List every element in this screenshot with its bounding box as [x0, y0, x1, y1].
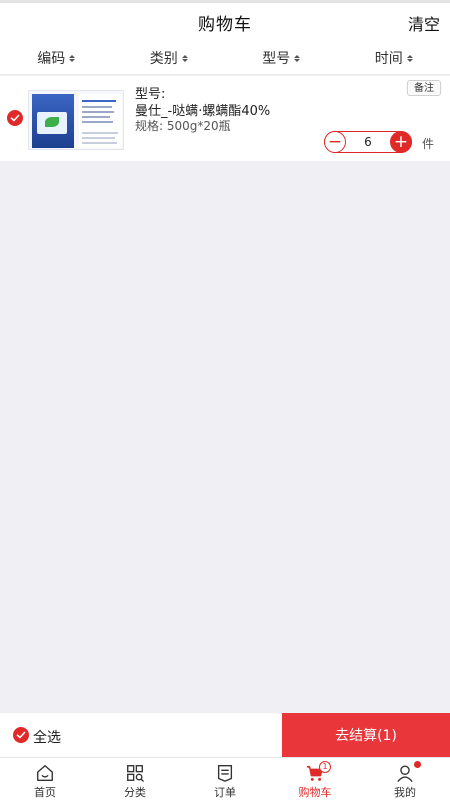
minus-icon[interactable]: − — [324, 131, 346, 153]
tab-orders[interactable]: 订单 — [180, 758, 270, 800]
sort-arrows-icon — [181, 54, 188, 62]
order-icon — [217, 765, 233, 782]
user-icon — [397, 765, 413, 782]
tab-label: 购物车 — [298, 786, 332, 799]
sort-by-code[interactable]: 编码 — [0, 41, 113, 74]
tab-label: 分类 — [124, 786, 146, 799]
cart-count-badge: 1 — [319, 761, 331, 773]
clear-cart-button[interactable]: 清空 — [408, 11, 440, 35]
sort-label: 编码 — [37, 51, 66, 67]
select-all-label[interactable]: 全选 — [33, 727, 61, 747]
cart-item: 型号: 曼仕_-哒螨·螺螨酯40% 规格: 500g*20瓶 备注 − 6 + … — [0, 76, 450, 161]
checkout-bar: 全选 去结算(1) — [0, 713, 450, 757]
page-title: 购物车 — [198, 15, 252, 35]
tab-mine[interactable]: 我的 — [360, 758, 450, 800]
home-icon — [37, 765, 53, 781]
checkmark-icon — [10, 114, 20, 122]
header: 购物车 清空 — [0, 3, 450, 41]
remark-button[interactable]: 备注 — [407, 80, 441, 96]
sort-by-category[interactable]: 类别 — [113, 41, 226, 74]
product-image[interactable] — [28, 90, 124, 150]
sort-by-model[interactable]: 型号 — [225, 41, 338, 74]
sort-label: 时间 — [374, 51, 403, 67]
tab-category[interactable]: 分类 — [90, 758, 180, 800]
quantity-stepper: − 6 + — [324, 131, 412, 153]
sort-arrows-icon — [294, 54, 301, 62]
item-spec: 规格: 500g*20瓶 — [135, 119, 231, 133]
quantity-value[interactable]: 6 — [346, 135, 390, 149]
quantity-unit: 件 — [422, 137, 435, 151]
sort-bar: 编码 类别 型号 时间 — [0, 41, 450, 75]
item-checkbox[interactable] — [7, 110, 23, 126]
tab-bar: 首页 分类 订单 1 购物车 我的 — [0, 757, 450, 800]
tab-label: 首页 — [34, 786, 56, 799]
notification-dot — [414, 761, 421, 768]
tab-label: 我的 — [394, 786, 416, 799]
select-all-checkbox[interactable] — [13, 727, 29, 743]
tab-label: 订单 — [214, 786, 236, 799]
tab-home[interactable]: 首页 — [0, 758, 90, 800]
plus-icon[interactable]: + — [390, 131, 412, 153]
sort-label: 类别 — [149, 51, 178, 67]
tab-cart[interactable]: 1 购物车 — [270, 758, 360, 800]
sort-arrows-icon — [69, 54, 76, 62]
sort-label: 型号 — [262, 51, 291, 67]
category-icon — [127, 765, 144, 782]
checkout-button[interactable]: 去结算(1) — [282, 713, 450, 757]
checkmark-icon — [16, 731, 26, 739]
sort-by-time[interactable]: 时间 — [338, 41, 450, 74]
sort-arrows-icon — [406, 54, 413, 62]
